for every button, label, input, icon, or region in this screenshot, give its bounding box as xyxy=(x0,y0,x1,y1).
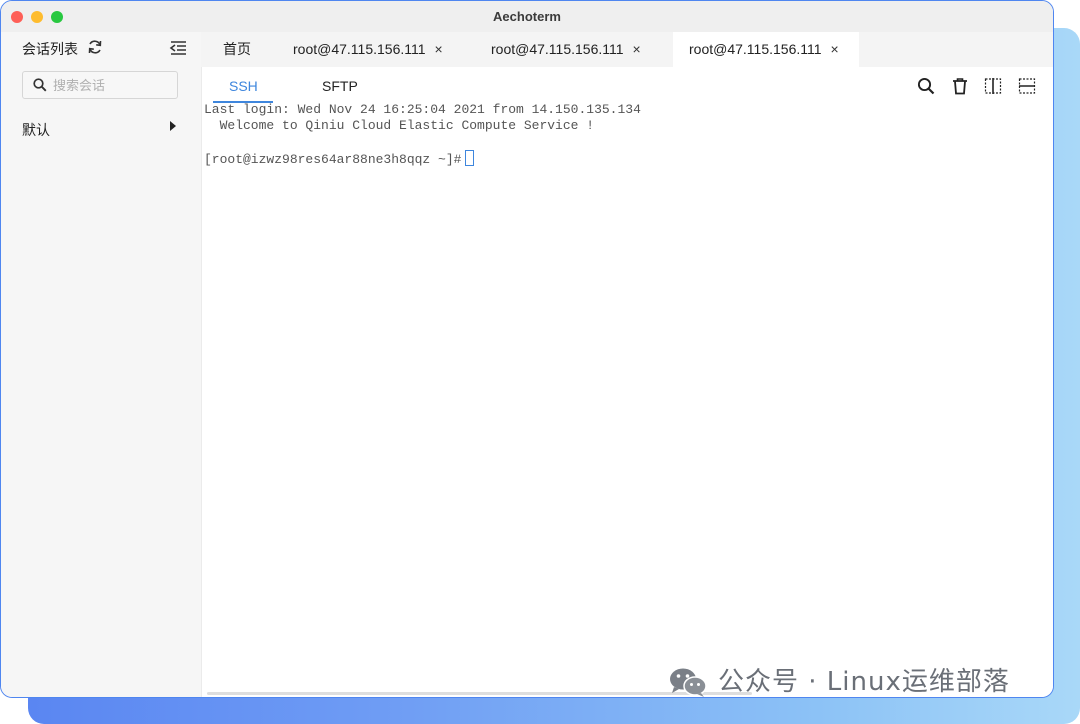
subtab-ssh[interactable]: SSH xyxy=(229,78,258,94)
tab-session-3-active[interactable]: root@47.115.156.111 × xyxy=(673,32,859,67)
collapse-sidebar-icon[interactable] xyxy=(169,40,187,56)
tab-close-icon[interactable]: × xyxy=(831,32,839,67)
tab-session-1[interactable]: root@47.115.156.111 × xyxy=(293,32,443,67)
trash-icon[interactable] xyxy=(951,77,969,95)
subtab-sftp[interactable]: SFTP xyxy=(322,78,358,94)
tab-close-icon[interactable]: × xyxy=(633,32,641,67)
session-search-box[interactable] xyxy=(22,71,178,99)
terminal-line-welcome: Welcome to Qiniu Cloud Elastic Compute S… xyxy=(204,118,595,133)
app-window: Aechoterm 会话列表 默认 首页 xyxy=(0,0,1054,698)
watermark-text: 公众号 · Linux运维部落 xyxy=(718,667,1010,697)
session-sidebar: 会话列表 默认 xyxy=(1,32,202,697)
window-title: Aechoterm xyxy=(493,9,561,24)
session-content: SSH SFTP Last login: Wed Nov 24 16:25:04… xyxy=(202,67,1053,697)
session-search-input[interactable] xyxy=(53,76,171,94)
search-icon xyxy=(33,78,47,92)
close-window-button[interactable] xyxy=(11,11,23,23)
split-horizontal-icon[interactable] xyxy=(1018,77,1036,95)
title-bar: Aechoterm xyxy=(1,1,1053,32)
tab-home[interactable]: 首页 xyxy=(223,32,251,67)
terminal-output[interactable]: Last login: Wed Nov 24 16:25:04 2021 fro… xyxy=(204,102,1033,168)
session-list-title: 会话列表 xyxy=(22,41,78,57)
split-vertical-icon[interactable] xyxy=(984,77,1002,95)
tab-bar: 首页 root@47.115.156.111 × root@47.115.156.… xyxy=(201,32,1053,67)
wechat-logo-icon xyxy=(670,668,707,697)
refresh-icon[interactable] xyxy=(87,39,103,55)
group-default-label[interactable]: 默认 xyxy=(22,120,50,140)
zoom-window-button[interactable] xyxy=(51,11,63,23)
terminal-prompt: [root@izwz98res64ar88ne3h8qqz ~]# xyxy=(204,152,462,167)
terminal-cursor xyxy=(465,150,475,166)
terminal-line-last-login: Last login: Wed Nov 24 16:25:04 2021 fro… xyxy=(204,102,641,117)
minimize-window-button[interactable] xyxy=(31,11,43,23)
tab-session-3-label: root@47.115.156.111 xyxy=(689,41,822,57)
tab-session-2[interactable]: root@47.115.156.111 × xyxy=(491,32,641,67)
tab-close-icon[interactable]: × xyxy=(435,32,443,67)
expand-arrow-icon[interactable] xyxy=(169,121,177,131)
tab-session-2-label: root@47.115.156.111 xyxy=(491,41,624,57)
terminal-search-icon[interactable] xyxy=(917,77,935,95)
tab-session-1-label: root@47.115.156.111 xyxy=(293,41,426,57)
